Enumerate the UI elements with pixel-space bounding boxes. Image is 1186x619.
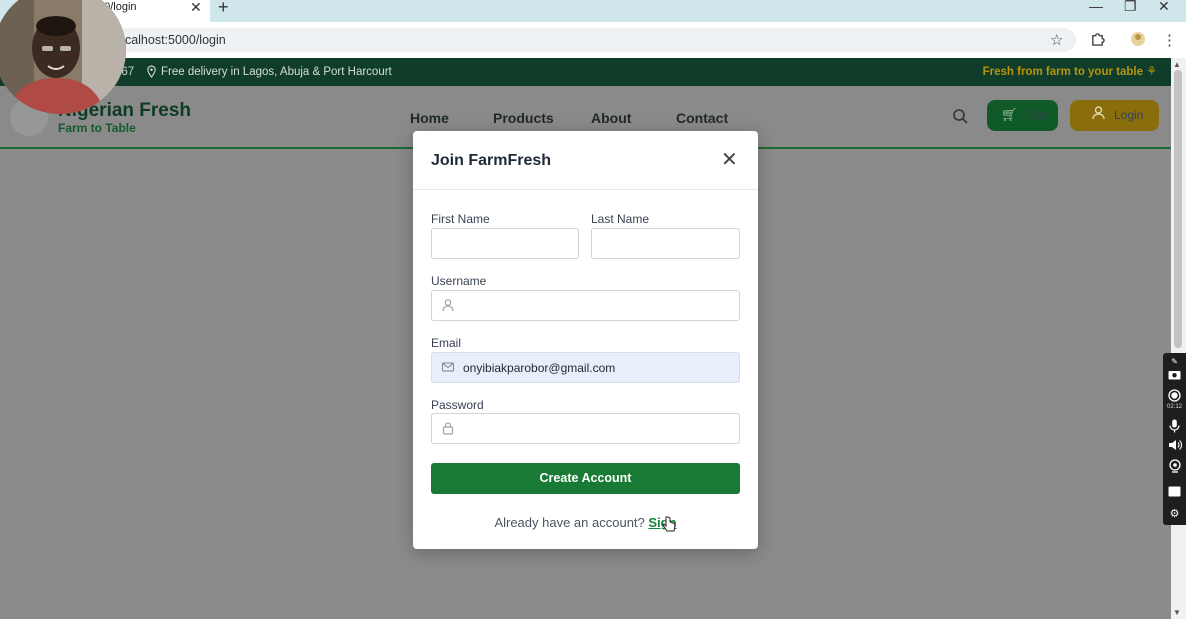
username-field[interactable] [431, 290, 740, 321]
address-bar[interactable] [108, 28, 1076, 52]
last-name-label: Last Name [591, 212, 650, 226]
extensions-icon[interactable] [1090, 31, 1105, 50]
location-pin-icon [147, 65, 156, 78]
email-field[interactable]: onyibiakparobor@gmail.com [431, 352, 740, 383]
nav-products[interactable]: Products [493, 110, 554, 126]
bookmark-star-icon[interactable]: ☆ [1050, 31, 1063, 49]
camera-icon[interactable] [1167, 369, 1182, 384]
signin-row: Already have an account? Sign [413, 515, 758, 530]
password-field[interactable] [431, 413, 740, 444]
record-icon[interactable] [1167, 389, 1182, 404]
nav-contact[interactable]: Contact [676, 110, 728, 126]
window-icon[interactable] [1167, 486, 1182, 501]
microphone-icon[interactable] [1167, 419, 1182, 434]
sprout-icon: ⚘ [1146, 64, 1157, 78]
first-name-field[interactable] [431, 228, 579, 259]
tagline: Fresh from farm to your table [982, 66, 1143, 78]
browser-menu-icon[interactable]: ⋮ [1162, 31, 1177, 49]
delivery-notice: Free delivery in Lagos, Abuja & Port Har… [161, 66, 392, 78]
close-icon[interactable]: ✕ [721, 150, 738, 170]
hand-cursor-icon [662, 516, 676, 532]
nav-home[interactable]: Home [410, 110, 449, 126]
cart-label: Cart [1024, 108, 1047, 122]
recorder-toolbar: ✎ 02:12 ⚙ [1163, 353, 1186, 525]
modal-header: Join FarmFresh ✕ [413, 131, 758, 190]
create-account-button[interactable]: Create Account [431, 463, 740, 494]
scroll-up-arrow[interactable]: ▲ [1173, 60, 1181, 69]
username-label: Username [431, 274, 487, 288]
search-icon[interactable] [952, 108, 968, 124]
maximize-button[interactable]: ❐ [1124, 0, 1137, 15]
modal-title: Join FarmFresh [431, 152, 552, 169]
scroll-thumb[interactable] [1174, 70, 1182, 348]
first-name-label: First Name [431, 212, 490, 226]
address-bar-row: ocalhost:5000/login ☆ ⋮ [0, 22, 1186, 58]
user-icon [442, 299, 454, 312]
top-info-strip: 567 Free delivery in Lagos, Abuja & Port… [0, 58, 1171, 86]
password-label: Password [431, 398, 484, 412]
recording-timer: 02:12 [1167, 404, 1183, 410]
settings-gear-icon[interactable]: ⚙ [1167, 507, 1182, 522]
signin-prompt: Already have an account? [494, 515, 645, 530]
profile-icon[interactable] [1130, 31, 1146, 51]
lock-icon [442, 422, 454, 435]
webcam-icon[interactable] [1167, 459, 1182, 474]
tab-close-icon[interactable]: ✕ [190, 0, 202, 16]
email-label: Email [431, 336, 462, 350]
nav-about[interactable]: About [591, 110, 631, 126]
scroll-down-arrow[interactable]: ▼ [1173, 608, 1181, 617]
cart-icon: 🛒︎ [1001, 107, 1018, 122]
window-close-button[interactable]: ✕ [1158, 0, 1170, 15]
brand-subtitle: Farm to Table [58, 121, 136, 135]
email-value: onyibiakparobor@gmail.com [463, 361, 616, 375]
cart-button[interactable]: 🛒︎ Cart [987, 100, 1058, 131]
url-text[interactable]: ocalhost:5000/login [118, 33, 226, 47]
minimize-button[interactable]: — [1089, 0, 1103, 14]
user-icon [1092, 106, 1105, 123]
new-tab-button[interactable]: + [218, 0, 229, 18]
browser-tab-bar: 00/login ✕ + — ❐ ✕ [0, 0, 1186, 22]
page-scrollbar[interactable]: ▲ ▼ [1171, 58, 1186, 619]
signup-modal: Join FarmFresh ✕ First Name Last Name Us… [413, 131, 758, 549]
speaker-icon[interactable] [1167, 439, 1182, 454]
login-button[interactable]: Login [1070, 100, 1159, 131]
login-label: Login [1114, 108, 1144, 122]
mail-icon [441, 362, 455, 372]
last-name-field[interactable] [591, 228, 740, 259]
